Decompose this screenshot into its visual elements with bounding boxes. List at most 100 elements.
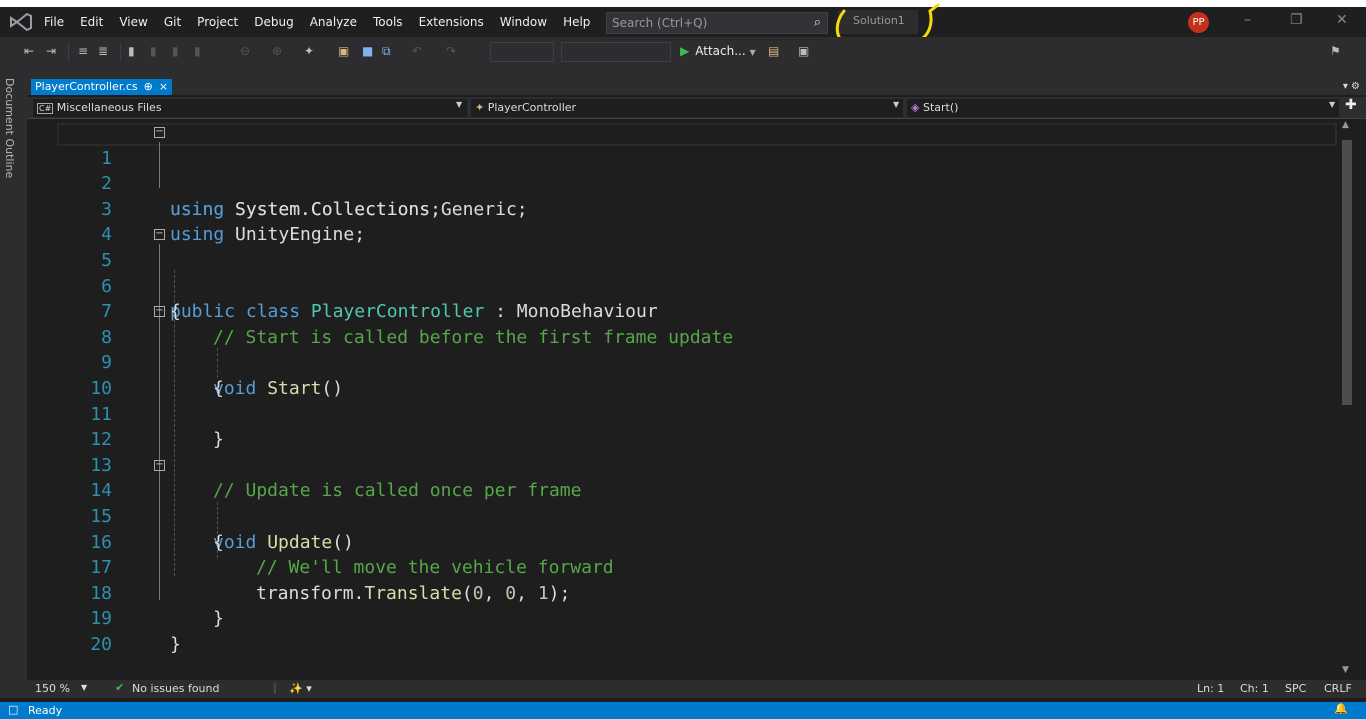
menu-file[interactable]: File: [36, 15, 72, 29]
platform-select[interactable]: [561, 42, 671, 62]
menu-extensions[interactable]: Extensions: [411, 15, 492, 29]
class-dropdown[interactable]: ✦ PlayerController: [471, 99, 903, 117]
code-line: 5 − public class PlayerController : Mono…: [27, 222, 1327, 322]
line-ending[interactable]: CRLF: [1324, 682, 1352, 695]
menu-git[interactable]: Git: [156, 15, 189, 29]
code-line: 11 }: [27, 376, 1327, 451]
split-editor-icon[interactable]: ✚: [1345, 97, 1357, 113]
project-label: Miscellaneous Files: [56, 101, 162, 114]
bookmark-prev-icon[interactable]: ▮: [150, 44, 157, 58]
fold-toggle-icon[interactable]: −: [154, 306, 165, 318]
save-icon[interactable]: ■: [362, 44, 373, 58]
tab-options-icon[interactable]: ▾ ⚙: [1343, 81, 1360, 92]
comment-icon[interactable]: ≡: [78, 44, 88, 58]
code-line: 6 {: [27, 248, 1327, 323]
menu-bar: File Edit View Git Project Debug Analyze…: [0, 3, 1366, 51]
navigate-forward-icon[interactable]: ⇥: [46, 44, 56, 58]
restore-icon[interactable]: ❐: [1290, 12, 1303, 28]
code-line: 17 transform.Translate(0, 0, 1);: [27, 530, 1327, 604]
tab-close-icon[interactable]: ×: [159, 80, 168, 94]
configuration-select[interactable]: [490, 42, 554, 62]
code-token: }: [170, 633, 181, 655]
fold-toggle-icon[interactable]: −: [154, 229, 165, 241]
member-dropdown[interactable]: ◈ Start(): [907, 99, 1339, 117]
close-icon[interactable]: ✕: [1336, 12, 1348, 28]
document-tab-row: PlayerController.cs ⊕ × ▾ ⚙: [27, 67, 1366, 95]
menu-edit[interactable]: Edit: [72, 15, 111, 29]
avatar[interactable]: PP: [1188, 12, 1209, 33]
scrollbar-thumb[interactable]: [1342, 140, 1352, 405]
menu-project[interactable]: Project: [189, 15, 246, 29]
bookmark-clear-icon[interactable]: ▮: [194, 44, 201, 58]
code-line: 19 }: [27, 581, 1327, 655]
play-icon: ▶: [680, 44, 690, 58]
back-icon[interactable]: ⊖: [240, 44, 250, 58]
code-line: 10: [27, 350, 1327, 399]
minimize-icon[interactable]: –: [1244, 12, 1251, 28]
chevron-down-icon[interactable]: ▼: [81, 683, 87, 692]
whitespace-mode[interactable]: SPC: [1285, 682, 1306, 695]
separator: |: [273, 681, 277, 694]
main-menu: File Edit View Git Project Debug Analyze…: [36, 7, 598, 37]
attach-label: Attach...: [695, 44, 746, 58]
uncomment-icon[interactable]: ≣: [98, 44, 108, 58]
vertical-scrollbar[interactable]: ▲ ▼: [1339, 120, 1356, 680]
live-share-icon[interactable]: ⚑: [1330, 44, 1341, 58]
code-line: 13 // Update is called once per frame: [27, 427, 1327, 502]
pin-icon[interactable]: ⊕: [144, 80, 153, 94]
browse-folder-icon[interactable]: ▤: [768, 44, 779, 58]
project-dropdown[interactable]: C# Miscellaneous Files: [33, 99, 467, 117]
menu-debug[interactable]: Debug: [246, 15, 301, 29]
visual-studio-logo-icon: [10, 12, 32, 32]
zoom-level[interactable]: 150 %: [35, 682, 70, 695]
browser-link-icon[interactable]: ▣: [798, 44, 809, 58]
issues-status[interactable]: No issues found: [132, 682, 219, 695]
status-bar: □ Ready 🔔: [0, 702, 1366, 719]
menu-view[interactable]: View: [111, 15, 155, 29]
chevron-down-icon[interactable]: ▼: [893, 100, 899, 109]
code-line: 3 using UnityEngine;: [27, 171, 1327, 246]
chevron-down-icon[interactable]: ▼: [1329, 100, 1335, 109]
code-line: 1 − using System.Collections;: [27, 120, 1327, 220]
fold-toggle-icon[interactable]: −: [154, 459, 165, 471]
code-line: 18 }: [27, 555, 1327, 630]
chevron-down-icon[interactable]: ▼: [456, 100, 462, 109]
bookmark-icon[interactable]: ▮: [128, 44, 135, 58]
navigate-back-icon[interactable]: ⇤: [24, 44, 34, 58]
menu-tools[interactable]: Tools: [365, 15, 411, 29]
code-line: 7 // Start is called before the first fr…: [27, 274, 1327, 348]
toolbar-separator: [68, 43, 69, 61]
scroll-down-icon[interactable]: ▼: [1342, 665, 1349, 675]
open-folder-icon[interactable]: ▣: [338, 44, 349, 58]
class-icon: ✦: [475, 101, 485, 114]
tab-playercontroller[interactable]: PlayerController.cs ⊕ ×: [31, 79, 173, 95]
menu-analyze[interactable]: Analyze: [302, 15, 365, 29]
attach-button[interactable]: ▶ Attach... ▼: [680, 44, 756, 58]
menu-help[interactable]: Help: [555, 15, 598, 29]
navigation-bar: C# Miscellaneous Files ▼ ✦ PlayerControl…: [27, 97, 1366, 119]
document-outline-tab[interactable]: Document Outline: [3, 78, 16, 178]
scroll-up-icon[interactable]: ▲: [1342, 120, 1349, 130]
notification-bell-icon[interactable]: 🔔: [1334, 702, 1348, 715]
code-editor[interactable]: 1 − using System.Collections; 2 using Sy…: [27, 120, 1339, 680]
save-all-icon[interactable]: ⧉: [382, 44, 391, 59]
forward-icon[interactable]: ⊕: [272, 44, 282, 58]
fold-toggle-icon[interactable]: −: [154, 127, 165, 138]
csharp-file-icon: C#: [37, 103, 54, 114]
redo-icon[interactable]: ↷: [446, 44, 456, 58]
search-input[interactable]: Search (Ctrl+Q) ⌕: [606, 12, 828, 34]
tab-label: PlayerController.cs: [35, 80, 138, 93]
code-line: 8 − void Start(): [27, 299, 1327, 399]
chevron-down-icon: ▼: [749, 48, 756, 57]
new-project-icon[interactable]: ✦: [304, 44, 314, 58]
editor-status-bar: 150 % ▼ ✔ No issues found | ✨ ▾ Ln: 1 Ch…: [27, 680, 1366, 698]
status-text: Ready: [28, 704, 63, 717]
menu-window[interactable]: Window: [492, 15, 555, 29]
code-line: 15 {: [27, 478, 1327, 553]
code-line: 12: [27, 402, 1327, 450]
undo-icon[interactable]: ↶: [412, 44, 422, 58]
line-number: 20: [90, 633, 112, 655]
toolbar-separator: [120, 43, 121, 61]
bookmark-next-icon[interactable]: ▮: [172, 44, 179, 58]
code-cleanup-icon[interactable]: ✨ ▾: [289, 682, 312, 695]
